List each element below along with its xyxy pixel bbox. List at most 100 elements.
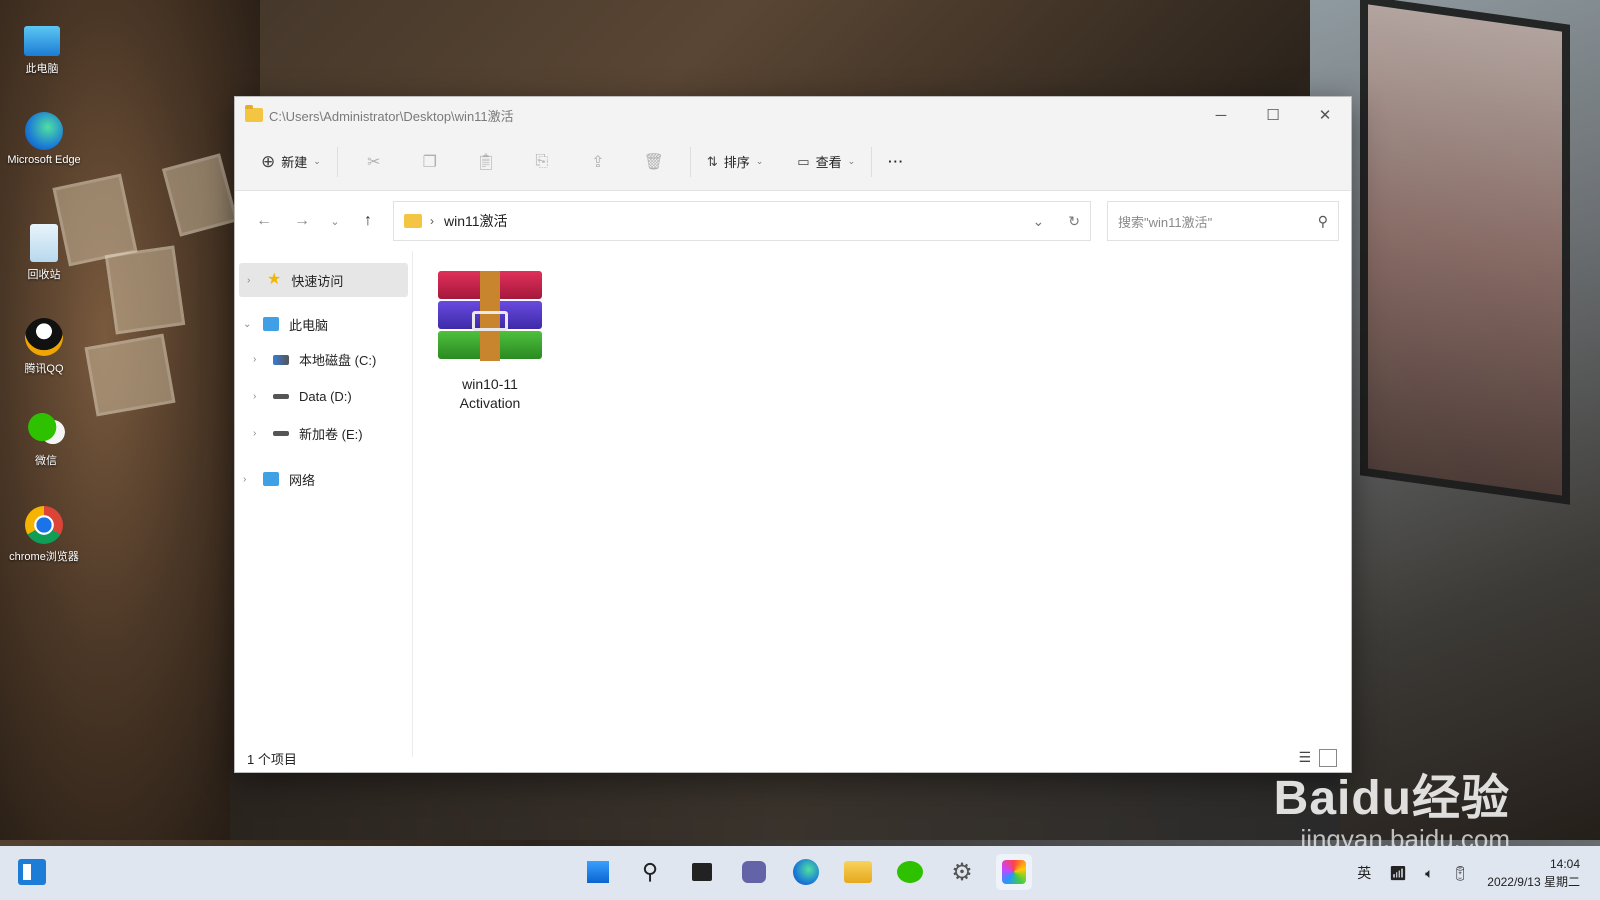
share-button[interactable]: ⇪: [570, 152, 626, 172]
wallpaper-monitor: [1360, 0, 1570, 505]
network-icon: [263, 472, 279, 486]
more-button[interactable]: ···: [880, 148, 912, 175]
search-button[interactable]: ⚲: [632, 854, 668, 890]
chevron-right-icon: ›: [243, 473, 247, 485]
breadcrumb-current[interactable]: win11激活: [444, 211, 508, 231]
image-viewer-icon: [1002, 860, 1026, 884]
file-explorer-window: C:\Users\Administrator\Desktop\win11激活 ─…: [234, 96, 1352, 773]
wallpaper-photo: [84, 333, 176, 417]
taskbar-edge[interactable]: [788, 854, 824, 890]
desktop-icon-qq[interactable]: 腾讯QQ: [4, 318, 84, 376]
desktop-icon-recycle-bin[interactable]: 回收站: [4, 224, 84, 282]
wechat-icon: [27, 410, 65, 448]
ime-indicator[interactable]: 英: [1357, 863, 1371, 883]
toolbar-separator: [336, 146, 338, 177]
up-button[interactable]: ↑: [349, 212, 387, 230]
search-icon: ⚲: [641, 859, 659, 884]
refresh-button[interactable]: ↻: [1068, 213, 1080, 230]
nav-item-drive-e[interactable]: › 新加卷 (E:): [235, 415, 412, 452]
search-placeholder: 搜索"win11激活": [1118, 214, 1213, 230]
desktop-icon-this-pc[interactable]: 此电脑: [2, 26, 82, 76]
nav-item-network[interactable]: › 网络: [235, 462, 412, 496]
toolbar-separator: [871, 146, 873, 177]
copy-button[interactable]: ❐: [402, 152, 458, 172]
desktop-icon-label: 微信: [35, 455, 57, 467]
taskbar-settings[interactable]: ⚙: [944, 854, 980, 890]
arrow-right-icon: →: [294, 212, 310, 229]
desktop-icon-wechat[interactable]: 微信: [6, 410, 86, 468]
minimize-button[interactable]: ─: [1195, 97, 1247, 133]
start-button[interactable]: [580, 854, 616, 890]
view-label: 查看: [815, 155, 842, 170]
copy-icon: ❐: [422, 153, 437, 171]
title-bar[interactable]: C:\Users\Administrator\Desktop\win11激活 ─…: [235, 97, 1351, 133]
chevron-down-icon: ⌄: [243, 318, 252, 330]
desktop-icon-label: Microsoft Edge: [7, 154, 81, 166]
item-count: 1 个项目: [247, 751, 297, 767]
nav-item-quick-access[interactable]: › ★ 快速访问: [239, 263, 408, 297]
address-bar[interactable]: › win11激活 ⌄ ↻: [393, 201, 1091, 241]
chevron-right-icon: ›: [247, 274, 251, 286]
taskbar-wechat[interactable]: [892, 854, 928, 890]
new-button[interactable]: ⊕ 新建 ⌄: [253, 146, 329, 178]
rename-button[interactable]: ⎘: [514, 153, 570, 171]
system-tray: 英 📶︎ 🔈︎ 🔋︎ 14:04 2022/9/13 星期二: [1357, 846, 1580, 900]
view-icon: ▭: [797, 153, 810, 169]
baidu-watermark: Baidu经验 jingyan.baidu.com: [1274, 758, 1510, 855]
desktop-icon-label: 腾讯QQ: [24, 363, 64, 375]
file-item[interactable]: win10-11 Activation: [435, 271, 545, 413]
paste-button[interactable]: 📋︎: [458, 152, 514, 172]
chevron-right-icon: ›: [253, 354, 257, 365]
more-icon: ···: [888, 154, 905, 169]
taskbar-file-explorer[interactable]: [840, 854, 876, 890]
rename-icon: ⎘: [535, 152, 549, 170]
breadcrumb-separator: ›: [430, 214, 434, 228]
file-list: win10-11 Activation: [413, 251, 1351, 757]
desktop-icon-edge[interactable]: Microsoft Edge: [4, 112, 84, 166]
cut-button[interactable]: ✂: [346, 152, 402, 172]
new-label: 新建: [281, 155, 308, 170]
sort-label: 排序: [723, 155, 750, 170]
clock-date: 2022/9/13 星期二: [1487, 875, 1580, 889]
task-view-button[interactable]: [684, 854, 720, 890]
window-controls: ─ ☐ ✕: [1195, 97, 1351, 133]
close-button[interactable]: ✕: [1299, 97, 1351, 133]
nav-label: 快速访问: [291, 273, 344, 289]
taskbar-image-viewer[interactable]: [996, 854, 1032, 890]
nav-label: Data (D:): [299, 389, 352, 404]
view-button[interactable]: ▭ 查看 ⌄: [789, 146, 863, 177]
chat-icon: [742, 861, 766, 883]
forward-button[interactable]: →: [283, 212, 321, 230]
teams-chat-button[interactable]: [736, 854, 772, 890]
explorer-body: › ★ 快速访问 ⌄ 此电脑 › 本地磁盘 (C:) › Data (D:) ›…: [235, 251, 1351, 757]
plus-circle-icon: ⊕: [261, 151, 276, 171]
back-button[interactable]: ←: [245, 212, 283, 230]
recent-locations-button[interactable]: ⌄: [321, 215, 349, 228]
nav-item-drive-d[interactable]: › Data (D:): [235, 378, 412, 415]
wifi-icon[interactable]: 📶︎: [1389, 865, 1407, 882]
search-box[interactable]: 搜索"win11激活" ⚲: [1107, 201, 1339, 241]
taskbar: ⚲ ⚙ 英 📶︎ 🔈︎ 🔋︎ 14:04 2022/9/13 星期二: [0, 846, 1600, 900]
nav-item-this-pc[interactable]: ⌄ 此电脑: [235, 307, 412, 341]
volume-icon[interactable]: 🔈︎: [1425, 865, 1433, 882]
window-title: C:\Users\Administrator\Desktop\win11激活: [269, 108, 514, 124]
desktop-icon-chrome[interactable]: chrome浏览器: [4, 506, 84, 564]
desktop-icon-label: 此电脑: [25, 63, 59, 75]
navigation-pane: › ★ 快速访问 ⌄ 此电脑 › 本地磁盘 (C:) › Data (D:) ›…: [235, 251, 413, 757]
chevron-down-icon: ⌄: [313, 156, 321, 166]
gear-icon: ⚙: [951, 858, 973, 886]
maximize-button[interactable]: ☐: [1247, 97, 1299, 133]
delete-button[interactable]: 🗑︎: [626, 152, 682, 172]
monitor-icon: [24, 26, 60, 56]
edge-icon: [25, 112, 63, 150]
widgets-icon[interactable]: [18, 859, 46, 885]
address-history-button[interactable]: ⌄: [1033, 213, 1045, 230]
clock[interactable]: 14:04 2022/9/13 星期二: [1487, 855, 1580, 891]
sort-button[interactable]: ⇅ 排序 ⌄: [699, 146, 771, 177]
battery-icon[interactable]: 🔋︎: [1451, 865, 1469, 882]
nav-item-drive-c[interactable]: › 本地磁盘 (C:): [235, 341, 412, 378]
desktop-icon-label: 回收站: [27, 269, 61, 281]
clock-time: 14:04: [1549, 857, 1580, 871]
command-bar: ⊕ 新建 ⌄ ✂ ❐ 📋︎ ⎘ ⇪ 🗑︎ ⇅ 排序 ⌄ ▭ 查看 ⌄ ···: [235, 133, 1351, 191]
nav-label: 本地磁盘 (C:): [299, 353, 377, 368]
